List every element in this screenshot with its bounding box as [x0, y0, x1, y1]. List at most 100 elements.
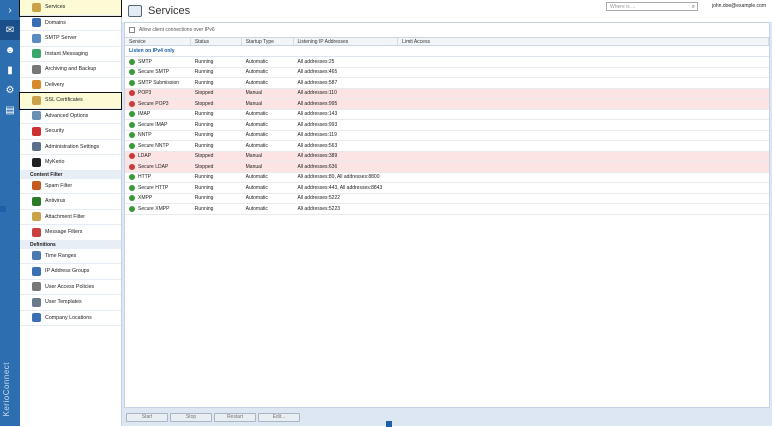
cell-service: NNTP [138, 132, 152, 139]
column-status[interactable]: Status [191, 38, 242, 45]
cell-status: Running [194, 79, 214, 86]
table-row[interactable]: HTTP Running Automatic All addresses:80, Al… [125, 173, 769, 183]
cell-status: Running [194, 195, 214, 202]
service-status-icon [129, 174, 135, 181]
table-row[interactable]: LDAP Stopped Manual All addresses:389 [125, 151, 769, 162]
sidebar-item-filter[interactable]: Message Filters [20, 225, 121, 241]
cell-addr: All addresses:5222 [297, 195, 341, 202]
section-content-filter: Content Filter [20, 170, 121, 179]
cell-startup: Automatic [245, 142, 268, 149]
cell-service: Secure NNTP [138, 142, 169, 149]
cell-startup: Automatic [245, 174, 268, 181]
table-row[interactable]: Secure POP3 Stopped Manual All addresses:99… [125, 99, 769, 110]
sidebar-item-certificate[interactable]: SSL Certificates [19, 92, 122, 110]
at-icon [32, 18, 41, 28]
expand-icon[interactable]: › [0, 0, 20, 20]
column-limit-access[interactable]: Limit Access [398, 38, 769, 45]
users-icon[interactable]: ☻ [0, 40, 20, 60]
user-menu[interactable]: john.doe@example.com [712, 3, 766, 9]
cell-limit-access [398, 141, 769, 151]
sidebar-item-label: User Templates [45, 299, 82, 306]
table-row[interactable]: IMAP Running Automatic All addresses:143 [125, 110, 769, 120]
sidebar-item-services[interactable]: Services [19, 0, 122, 17]
cell-addr: All addresses:587 [297, 79, 338, 86]
table-row[interactable]: Secure NNTP Running Automatic All addresses… [125, 141, 769, 152]
cell-addr: All addresses:389 [297, 153, 338, 160]
cell-startup: Automatic [245, 184, 268, 191]
status-icon[interactable]: ▮ [0, 60, 20, 80]
marker [386, 421, 392, 427]
brand-label: KerioConnect [2, 361, 11, 416]
cell-status: Running [194, 174, 214, 181]
mail-icon[interactable]: ✉ [0, 20, 20, 40]
chat-icon [32, 49, 41, 59]
cell-addr: All addresses:995 [297, 100, 338, 107]
column-addresses[interactable]: Listening IP Addresses [294, 38, 399, 45]
sidebar-item-attachment[interactable]: Attachment Filter [20, 210, 121, 225]
cell-limit-access [398, 131, 769, 141]
restart-button[interactable]: Restart [214, 412, 256, 422]
sidebar-item-label: Message Filters [45, 229, 83, 236]
sidebar-item-location[interactable]: Company Locations [20, 311, 121, 326]
settings-icon[interactable]: ⚙ [0, 80, 20, 100]
sidebar-item-admin[interactable]: Administration Settings [20, 140, 121, 155]
sidebar-item-template[interactable]: User Templates [20, 295, 121, 311]
sidebar-item-clock[interactable]: Time Ranges [20, 249, 121, 264]
cell-service: Secure HTTP [138, 184, 169, 191]
table-row[interactable]: SMTP Submission Running Automatic All addre… [125, 78, 769, 89]
cell-addr: All addresses:143 [297, 111, 338, 118]
table-row[interactable]: NNTP Running Automatic All addresses:119 [125, 131, 769, 141]
sidebar-item-spam[interactable]: Spam Filter [20, 179, 121, 194]
cell-startup: Automatic [245, 205, 268, 212]
stop-button[interactable]: Stop [170, 412, 212, 422]
table-row[interactable]: POP3 Stopped Manual All addresses:110 [125, 88, 769, 99]
sidebar-item-archive[interactable]: Archiving and Backup [20, 62, 121, 78]
cell-addr: All addresses:636 [297, 163, 338, 170]
cell-limit-access [398, 152, 769, 162]
cell-addr: All addresses:110 [297, 90, 337, 97]
sidebar-item-at[interactable]: Domains [20, 16, 121, 31]
cell-addr: All addresses:80, All addresses:8800 [297, 174, 380, 181]
app-rail: › ✉ ☻ ▮ ⚙ ▤ KerioConnect [0, 0, 20, 426]
edit-button[interactable]: Edit... [258, 412, 300, 422]
sidebar-item-delivery[interactable]: Delivery [20, 78, 121, 93]
sidebar-item-antivirus[interactable]: Antivirus [20, 194, 121, 210]
table-body: SMTP Running Automatic All addresses:25 Secu… [125, 57, 769, 215]
cell-status: Running [194, 121, 214, 128]
sidebar-item-smtp[interactable]: SMTP Server [20, 31, 121, 47]
column-startup[interactable]: Startup Type [242, 38, 294, 45]
table-row[interactable]: SMTP Running Automatic All addresses:25 [125, 57, 769, 68]
options-icon [32, 111, 41, 121]
sidebar-item-security[interactable]: Security [20, 124, 121, 140]
sidebar-item-policy[interactable]: User Access Policies [20, 280, 121, 295]
cell-limit-access [398, 194, 769, 204]
sidebar-item-label: Company Locations [45, 314, 92, 321]
sidebar-item-label: MyKerio [45, 159, 65, 166]
start-button[interactable]: Start [126, 412, 168, 422]
table-row[interactable]: Secure LDAP Stopped Manual All addresses:63… [125, 162, 769, 173]
sidebar-item-label: Archiving and Backup [45, 66, 97, 73]
cell-service: SMTP [138, 58, 152, 65]
sidebar-item-label: SMTP Server [45, 35, 77, 42]
logs-icon[interactable]: ▤ [0, 100, 20, 120]
table-header: Service Status Startup Type Listening IP… [125, 37, 769, 46]
sidebar-item-chat[interactable]: Instant Messaging [20, 47, 121, 62]
column-service[interactable]: Service [125, 38, 191, 45]
sidebar-item-label: Services [45, 4, 66, 11]
table-row[interactable]: Secure XMPP Running Automatic All addresses… [125, 204, 769, 215]
sidebar-item-ip[interactable]: IP Address Groups [20, 264, 121, 280]
group-header: Listen on IPv4 only [125, 46, 769, 57]
sidebar-item-mykerio[interactable]: MyKerio [20, 155, 121, 171]
table-row[interactable]: XMPP Running Automatic All addresses:5222 [125, 194, 769, 204]
delivery-icon [32, 80, 41, 90]
search-input[interactable]: Where is ... ⌕ [606, 2, 698, 11]
table-row[interactable]: Secure SMTP Running Automatic All addresses… [125, 68, 769, 78]
sidebar-item-options[interactable]: Advanced Options [20, 109, 121, 124]
cell-limit-access [398, 173, 769, 183]
cell-limit-access [398, 162, 769, 172]
table-row[interactable]: Secure HTTP Running Automatic All addresses… [125, 183, 769, 194]
cell-limit-access [398, 78, 769, 88]
table-row[interactable]: Secure IMAP Running Automatic All addresses… [125, 120, 769, 131]
ipv6-checkbox[interactable] [129, 27, 135, 33]
admin-icon [32, 142, 41, 152]
